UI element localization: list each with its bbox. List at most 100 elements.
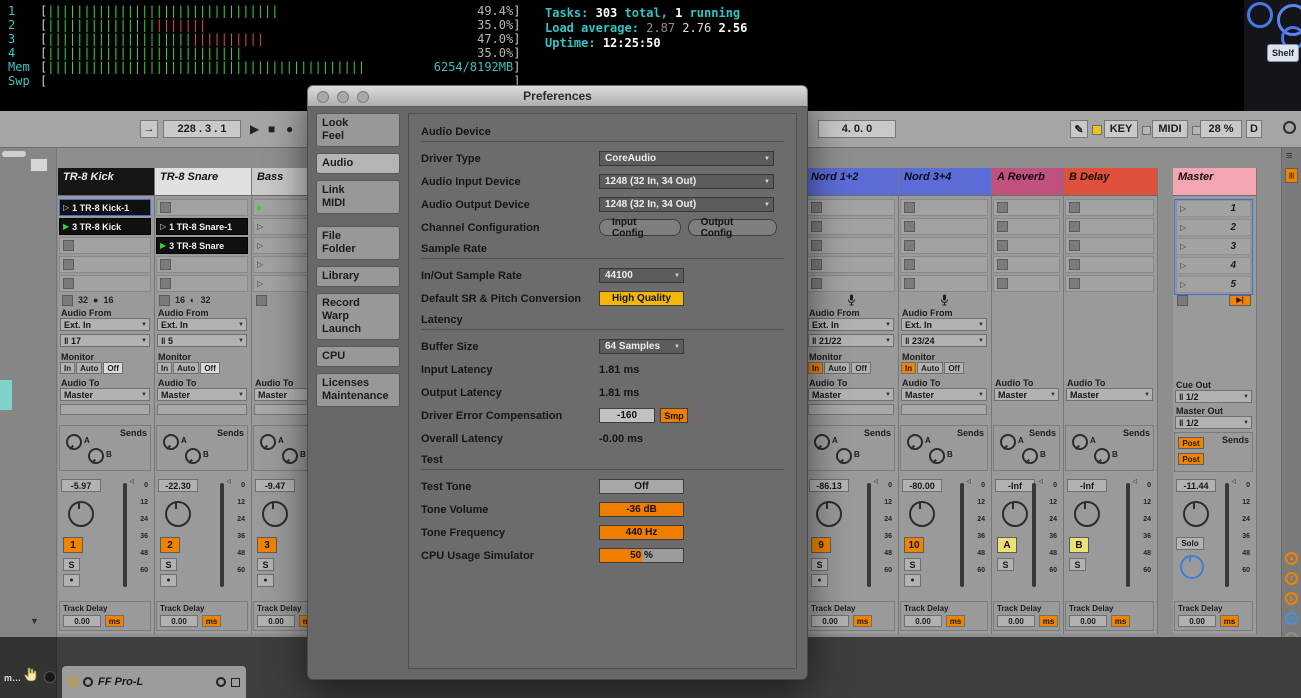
loop-position[interactable]: 4. 0. 0 <box>818 120 896 138</box>
record-button[interactable]: ● <box>286 122 293 136</box>
clip-slot[interactable] <box>156 256 248 273</box>
clip-slot[interactable] <box>807 275 895 292</box>
output-select[interactable]: Master ▼ <box>808 388 894 401</box>
save-preset-icon[interactable] <box>231 677 240 687</box>
track-delay-value[interactable]: 0.00 <box>257 615 295 627</box>
tone-volume-slider[interactable]: -36 dB <box>599 502 684 517</box>
overview-toggle-icon[interactable] <box>1283 121 1296 134</box>
output-sub-select[interactable] <box>60 404 150 415</box>
track-delay-unit[interactable]: ms <box>105 615 124 627</box>
monitor-in-button[interactable]: In <box>60 362 76 374</box>
monitor-in-button[interactable]: In <box>157 362 173 374</box>
cpu-meter[interactable]: 28 % <box>1200 120 1242 138</box>
close-icon[interactable] <box>317 91 329 103</box>
output-sub-select[interactable] <box>808 404 894 415</box>
driver-type-select[interactable]: CoreAudio ▼ <box>599 151 774 166</box>
track-delay-value[interactable]: 0.00 <box>160 615 198 627</box>
arm-button[interactable]: ● <box>63 574 80 587</box>
tone-frequency-slider[interactable]: 440 Hz <box>599 525 684 540</box>
output-select[interactable]: Master ▼ <box>1066 388 1153 401</box>
arm-button[interactable]: ● <box>904 574 921 587</box>
device-title-bar[interactable]: FF Pro-L <box>62 666 246 698</box>
pan-knob[interactable] <box>909 501 935 527</box>
hot-swap-icon[interactable] <box>216 677 226 687</box>
track-delay-unit[interactable]: ms <box>202 615 221 627</box>
minimize-icon[interactable] <box>337 91 349 103</box>
volume-value[interactable]: -22.30 <box>158 479 198 492</box>
clip-slot[interactable] <box>1065 218 1154 235</box>
monitor-auto-button[interactable]: Auto <box>173 362 200 374</box>
volume-value[interactable]: -Inf <box>995 479 1035 492</box>
mixer-toggle-icon[interactable]: ||| <box>1285 168 1298 183</box>
track-title[interactable]: Nord 3+4 <box>899 168 991 196</box>
input-channel-select[interactable]: ‖ 17 ▼ <box>60 334 150 347</box>
send-a-knob[interactable] <box>810 430 834 454</box>
output-sub-select[interactable] <box>157 404 247 415</box>
clip-slot[interactable] <box>1065 275 1154 292</box>
prefs-tab-file-folder[interactable]: File Folder <box>316 226 400 260</box>
pan-knob[interactable] <box>1002 501 1028 527</box>
clip[interactable]: ▷ 1 TR-8 Kick-1 <box>59 199 151 216</box>
clip-slot[interactable] <box>59 237 151 254</box>
send-a-knob[interactable] <box>256 430 280 454</box>
pan-knob[interactable] <box>262 501 288 527</box>
track-title[interactable]: TR-8 Kick <box>58 168 154 196</box>
send-a-knob[interactable] <box>159 430 183 454</box>
cue-out-select[interactable]: ‖ 1/2 ▼ <box>1175 390 1252 403</box>
solo-button[interactable]: S <box>160 558 177 571</box>
clip-slot[interactable] <box>807 199 895 216</box>
input-channel-select[interactable]: ‖ 21/22 ▼ <box>808 334 894 347</box>
follow-button[interactable]: → <box>140 120 158 138</box>
test-tone-toggle[interactable]: Off <box>599 479 684 494</box>
clip-slot[interactable] <box>900 199 988 216</box>
track-title[interactable]: B Delay <box>1064 168 1157 196</box>
menu-icon[interactable]: ≡ <box>1286 150 1292 162</box>
send-b-knob[interactable] <box>832 444 856 468</box>
track-delay-value[interactable]: 0.00 <box>1178 615 1216 627</box>
device-on-icon[interactable] <box>68 677 78 687</box>
track-delay-value[interactable]: 0.00 <box>997 615 1035 627</box>
send-b-knob[interactable] <box>84 444 108 468</box>
r-toggle-icon[interactable]: r <box>1285 572 1298 585</box>
driver-error-compensation-unit-button[interactable]: Smp <box>660 408 688 423</box>
stop-all-clips-button[interactable] <box>1177 294 1188 306</box>
clip-slot[interactable] <box>993 218 1060 235</box>
clip-slot[interactable] <box>807 237 895 254</box>
monitor-auto-button[interactable]: Auto <box>824 362 851 374</box>
volume-value[interactable]: -Inf <box>1067 479 1107 492</box>
arm-button[interactable]: ● <box>811 574 828 587</box>
clip[interactable]: ▶ 3 TR-8 Snare <box>156 237 248 254</box>
clip-slot[interactable] <box>1065 199 1154 216</box>
output-select[interactable]: Master ▼ <box>157 388 247 401</box>
output-config-button[interactable]: Output Config <box>687 217 777 239</box>
send-a-knob[interactable] <box>903 430 927 454</box>
track-activator-button[interactable]: B <box>1069 537 1089 553</box>
monitor-off-button[interactable]: Off <box>851 362 871 374</box>
arm-button[interactable]: ● <box>160 574 177 587</box>
play-button[interactable]: ▶ <box>250 122 259 136</box>
track-delay-unit[interactable]: ms <box>1039 615 1058 627</box>
send-a-knob[interactable] <box>62 430 86 454</box>
output-select[interactable]: Master ▼ <box>994 388 1059 401</box>
volume-value[interactable]: -5.97 <box>61 479 101 492</box>
io-toggle-icon[interactable]: ● <box>1285 552 1298 565</box>
clip-slot[interactable] <box>1065 256 1154 273</box>
monitor-auto-button[interactable]: Auto <box>76 362 103 374</box>
track-activator-button[interactable]: 3 <box>257 537 277 553</box>
cue-volume-knob[interactable] <box>1180 555 1204 579</box>
send-b-knob[interactable] <box>1090 444 1114 468</box>
solo-button[interactable]: S <box>811 558 828 571</box>
solo-button[interactable]: S <box>997 558 1014 571</box>
scene-slot[interactable]: ▷ 2 <box>1176 219 1251 236</box>
clip-slot[interactable] <box>59 275 151 292</box>
monitor-in-button[interactable]: In <box>808 362 824 374</box>
key-map-button[interactable]: KEY <box>1104 120 1138 138</box>
clip-slot[interactable] <box>900 275 988 292</box>
solo-button[interactable]: S <box>257 558 274 571</box>
track-delay-unit[interactable]: ms <box>1220 615 1239 627</box>
monitor-in-button[interactable]: In <box>901 362 917 374</box>
track-activator-button[interactable]: 1 <box>63 537 83 553</box>
volume-value[interactable]: -9.47 <box>255 479 295 492</box>
track-title[interactable]: A Reverb <box>992 168 1063 196</box>
in-out-sample-rate-select[interactable]: 44100 ▼ <box>599 268 684 283</box>
